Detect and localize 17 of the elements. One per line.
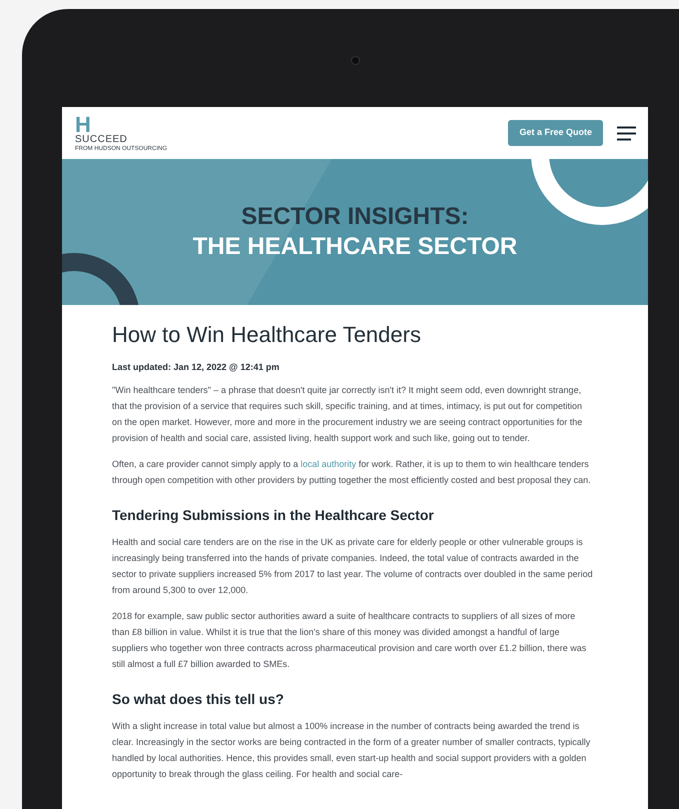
article-paragraph: Often, a care provider cannot simply apply to a local authority for work. Rather, it is up to them to win healthcare tenders through open competition with other providers by putting together the most efficiently costed and best proposal they can. [112, 458, 592, 487]
article-paragraph: 2018 for example, saw public sector authorities award a suite of healthcare contracts to suppliers of all sizes of more than £8 billion in value. Whilst it is true that the lion's share of this money was divided amongst a handful of large suppliers who together won three contracts across pharmaceutical provision and care worth over £1.2 billion, there was still almost a full £7 billion awarded to SMEs. [112, 610, 588, 670]
hero-title: THE HEALTHCARE SECTOR [192, 232, 518, 262]
quote-button[interactable]: Get a Free Quote [508, 120, 603, 146]
last-updated: Last updated: Jan 12, 2022 @ 12:41 pm [112, 361, 280, 374]
hero-subtitle: SECTOR INSIGHTS: [241, 202, 469, 232]
logo-mark: H [75, 114, 91, 134]
article-paragraph: With a slight increase in total value but almost a 100% increase in the number of contracts being awarded the trend is clear. Increasingly in the sector works are being contracted in the form of a greater number of smaller contracts, typically handled by local authorities. Hence, this provides small, even start-up health and social support providers with a golden opportunity to break through the glass ceiling. For health and social care- [112, 720, 592, 781]
section-heading: So what does this tell us? [112, 690, 285, 708]
menu-icon[interactable] [617, 126, 636, 140]
text-link[interactable]: local authority [300, 458, 356, 468]
article-title: How to Win Healthcare Tenders [112, 321, 422, 349]
section-heading: Tendering Submissions in the Healthcare Sector [112, 506, 435, 524]
camera-icon [351, 56, 360, 65]
article-paragraph: Health and social care tenders are on the rise in the UK as private care for elderly people or other vulnerable groups is increasingly being transferred into the hands of private companies. Indeed, the total value of contracts awarded in the sector to private suppliers increased 5% from 2017 to last year. The volume of contracts over doubled in the same period from around 5,300 to over 12,000. [112, 536, 594, 596]
logo-name: SUCCEED [75, 134, 128, 144]
article-paragraph: "Win healthcare tenders" – a phrase that doesn't quite jar correctly isn't it? It might seem odd, even downright strange, that the provision of a service that requires such skill, specific training, and at times, intimacy, is put out for competition on the open market. However, more and more in the procurement industry we are seeing contract opportunities for the provision of health and social care, assisted living, health support work and such like, going out to tender. [112, 384, 584, 445]
